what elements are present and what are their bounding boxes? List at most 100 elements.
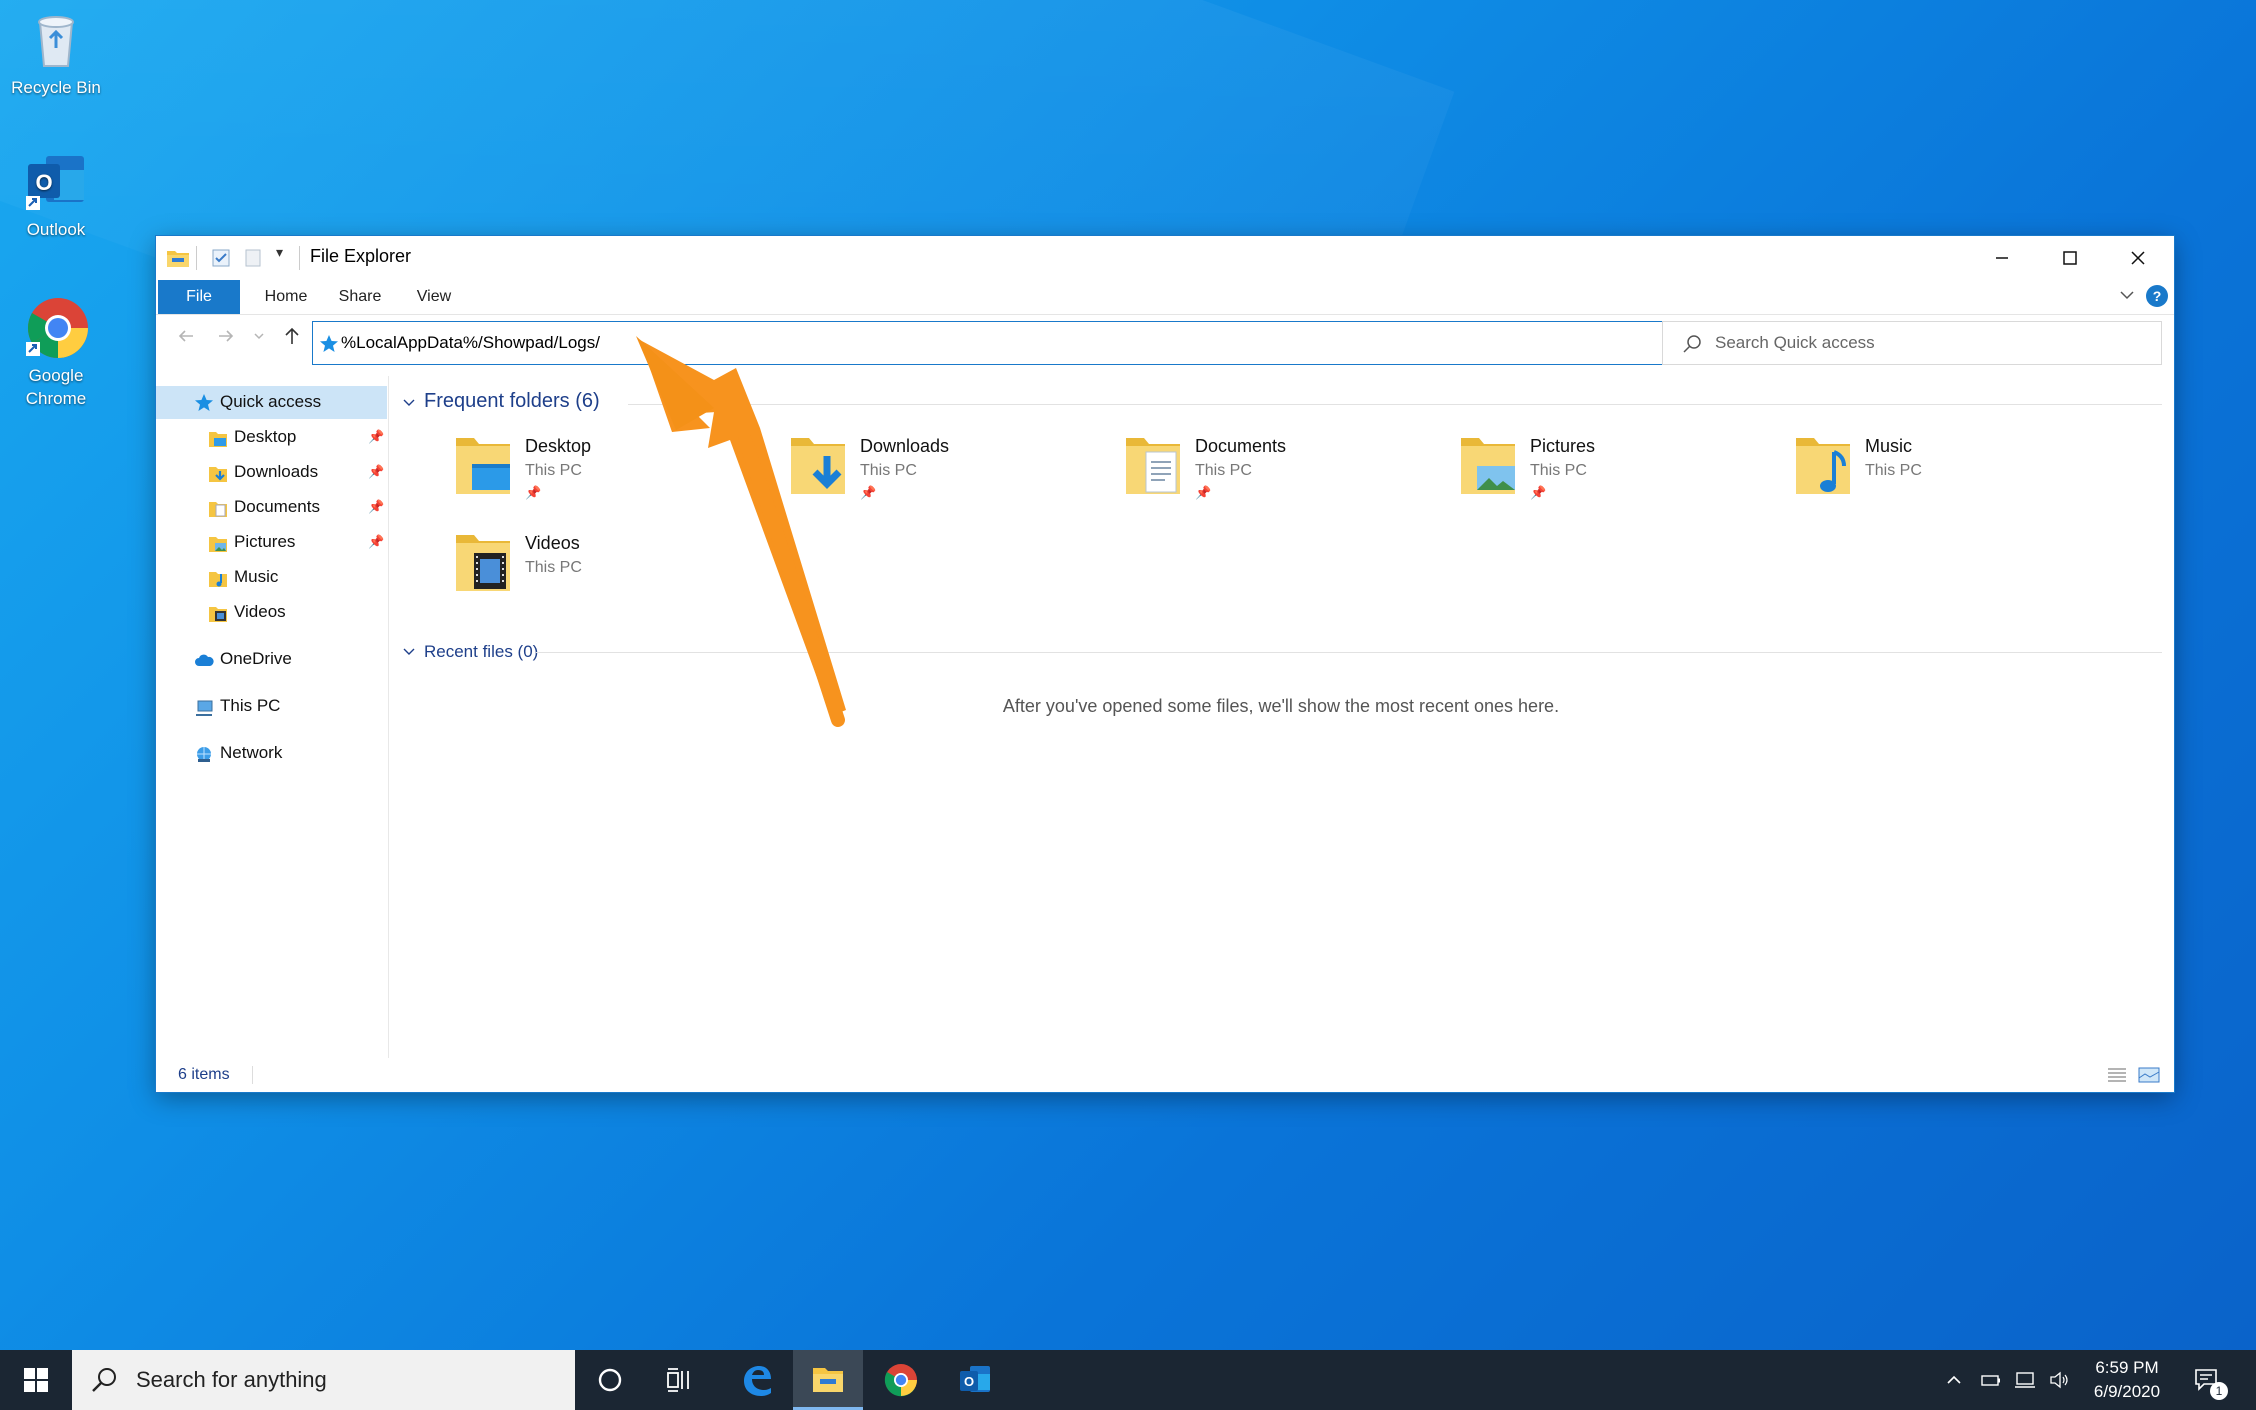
recent-locations-button[interactable] (252, 326, 266, 352)
file-explorer-icon (813, 1367, 843, 1392)
outlook-icon: O (24, 150, 88, 214)
videos-folder-icon (452, 529, 514, 597)
battery-icon[interactable] (1980, 1350, 2002, 1410)
window-title: File Explorer (310, 246, 412, 266)
taskbar-chrome[interactable] (866, 1350, 936, 1410)
tab-home[interactable]: Home (254, 280, 318, 314)
folder-tile-music[interactable]: Music This PC (1792, 432, 2112, 522)
pin-icon: 📌 (368, 464, 385, 479)
sidebar-item-onedrive[interactable]: OneDrive (194, 643, 292, 675)
sidebar-item-pictures[interactable]: Pictures 📌 (208, 526, 386, 558)
sidebar-item-this-pc[interactable]: This PC (194, 690, 280, 722)
folder-tile-desktop[interactable]: Desktop This PC 📌 (452, 432, 772, 522)
help-icon[interactable]: ? (2146, 285, 2168, 307)
desktop-icon-recycle-bin[interactable]: Recycle Bin (1, 8, 111, 99)
chevron-down-icon (2120, 291, 2134, 300)
arrow-up-icon (285, 327, 299, 344)
chrome-icon (24, 296, 88, 360)
taskbar-edge[interactable] (722, 1350, 792, 1410)
taskbar-file-explorer[interactable] (793, 1350, 863, 1410)
folder-location: This PC (1865, 462, 1922, 479)
desktop-icon-chrome[interactable]: Google Chrome (1, 296, 111, 410)
svg-text:O: O (35, 170, 52, 195)
forward-button[interactable] (216, 326, 236, 352)
tab-file[interactable]: File (158, 280, 240, 314)
expand-ribbon-button[interactable] (2118, 286, 2136, 309)
sidebar-item-network[interactable]: Network (194, 737, 282, 769)
show-hidden-icons-button[interactable] (1944, 1350, 1964, 1410)
navigation-bar (156, 314, 2174, 368)
section-title: Recent files (0) (424, 642, 539, 661)
sidebar-item-label: Music (234, 567, 279, 586)
quick-access-star-icon (319, 334, 339, 359)
network-icon (194, 743, 214, 762)
folder-tile-documents[interactable]: Documents This PC 📌 (1122, 432, 1442, 522)
new-folder-icon[interactable] (242, 247, 264, 269)
folder-location: This PC (525, 462, 582, 479)
minimize-icon (1996, 257, 2008, 259)
chevron-down-icon (402, 392, 416, 417)
close-button[interactable] (2104, 236, 2172, 280)
properties-icon[interactable] (210, 247, 232, 269)
pin-icon: 📌 (1530, 485, 1547, 500)
folder-name: Desktop (525, 436, 592, 456)
up-button[interactable] (282, 326, 302, 352)
taskbar-outlook[interactable]: O (940, 1350, 1010, 1410)
documents-folder-icon (208, 497, 228, 517)
volume-icon[interactable] (2048, 1350, 2070, 1410)
folder-location: This PC (1195, 462, 1252, 479)
start-button[interactable] (1, 1350, 71, 1410)
search-input[interactable] (1715, 322, 2145, 364)
tab-view[interactable]: View (404, 280, 464, 314)
address-input[interactable] (341, 322, 1691, 364)
chevron-down-icon (402, 642, 416, 667)
network-tray-icon[interactable] (2013, 1350, 2037, 1410)
downloads-folder-icon (787, 432, 849, 500)
search-icon (90, 1366, 118, 1399)
desktop-icon-label: Google Chrome (25, 366, 87, 408)
task-view-button[interactable] (645, 1350, 715, 1410)
folder-tile-downloads[interactable]: Downloads This PC 📌 (787, 432, 1107, 522)
back-button[interactable] (176, 326, 196, 352)
recent-files-header[interactable]: Recent files (0) (402, 640, 2162, 664)
system-clock[interactable]: 6:59 PM 6/9/2020 (2080, 1356, 2174, 1404)
sidebar-item-label: Quick access (220, 392, 322, 411)
pin-icon: 📌 (368, 429, 385, 444)
search-box[interactable] (1662, 321, 2162, 365)
folder-tile-pictures[interactable]: Pictures This PC 📌 (1457, 432, 1777, 522)
sidebar-item-label: Documents (234, 497, 320, 516)
details-view-icon (2108, 1068, 2126, 1082)
folder-location: This PC (860, 462, 917, 479)
videos-folder-icon (208, 602, 228, 622)
sidebar-item-documents[interactable]: Documents 📌 (208, 491, 386, 523)
taskbar-search-input[interactable] (136, 1350, 556, 1410)
sidebar-item-downloads[interactable]: Downloads 📌 (208, 456, 386, 488)
sidebar-item-desktop[interactable]: Desktop 📌 (208, 421, 386, 453)
section-divider (628, 404, 2162, 405)
sidebar-item-label: Pictures (234, 532, 296, 551)
sidebar-item-videos[interactable]: Videos (208, 596, 386, 628)
cortana-button[interactable] (575, 1350, 645, 1410)
sidebar-item-label: Desktop (234, 427, 297, 446)
status-bar: 6 items (156, 1058, 2174, 1092)
sidebar-item-quick-access[interactable]: Quick access (194, 386, 321, 418)
folder-name: Videos (525, 533, 580, 553)
pin-icon: 📌 (1195, 485, 1212, 500)
large-icons-view-button[interactable] (2138, 1066, 2160, 1089)
frequent-folders-header[interactable]: Frequent folders (6) (402, 390, 2162, 418)
section-divider (536, 652, 2162, 653)
desktop-folder-icon (452, 432, 514, 500)
taskbar-search[interactable] (72, 1350, 575, 1410)
customize-qat-icon[interactable]: ▾ (276, 244, 283, 266)
maximize-button[interactable] (2036, 236, 2104, 280)
minimize-button[interactable] (1968, 236, 2036, 280)
folder-tile-videos[interactable]: Videos This PC (452, 529, 772, 619)
action-center-button[interactable]: 1 (2180, 1350, 2234, 1410)
sidebar-item-music[interactable]: Music (208, 561, 386, 593)
desktop-icon-outlook[interactable]: O Outlook (1, 150, 111, 241)
desktop-icon-label: Recycle Bin (11, 78, 101, 97)
tab-share[interactable]: Share (328, 280, 392, 314)
file-explorer-window: ▾ File Explorer File Home Share View ? %… (156, 236, 2174, 1092)
address-bar[interactable] (312, 321, 1760, 365)
details-view-button[interactable] (2106, 1066, 2128, 1089)
